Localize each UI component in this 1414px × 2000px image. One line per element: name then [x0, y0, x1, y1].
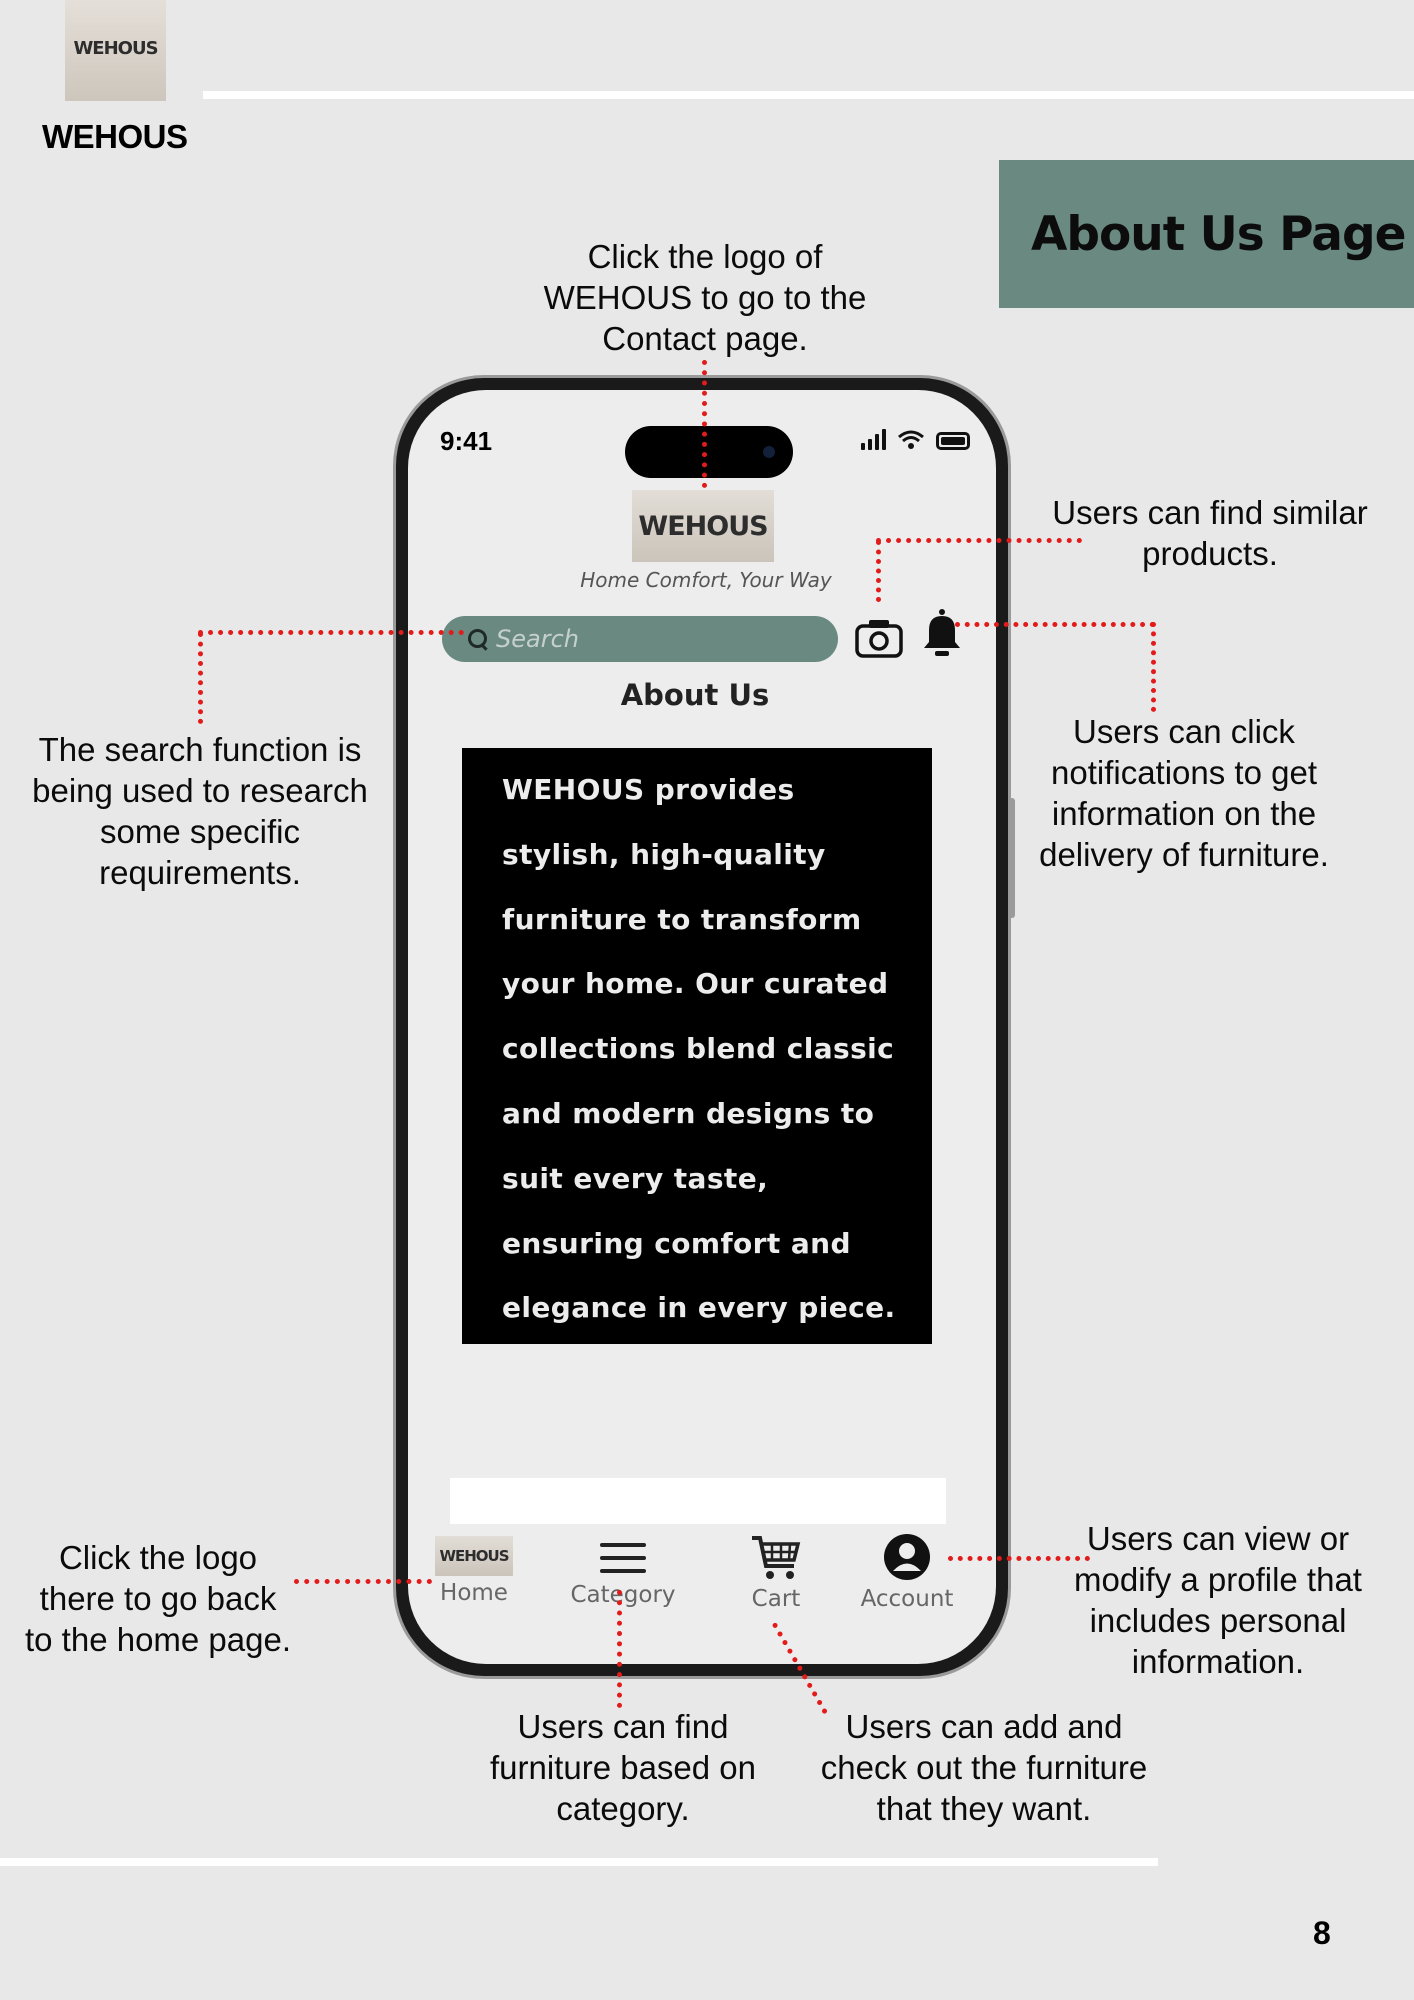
app-tagline: Home Comfort, Your Way	[580, 568, 832, 592]
nav-category[interactable]: Category	[558, 1530, 688, 1608]
page-title: About Us Page	[1031, 206, 1407, 262]
nav-home[interactable]: WEHOUS Home	[428, 1530, 520, 1606]
brand-name: WEHOUS	[42, 118, 188, 155]
connector-logo	[702, 360, 707, 488]
annotation-logo-contact: Click the logo of WEHOUS to go to the Co…	[543, 238, 867, 357]
about-us-text-box: WEHOUS provides stylish, high-quality fu…	[462, 748, 932, 1344]
annotation-profile: Users can view or modify a profile that …	[1074, 1520, 1362, 1680]
home-logo-mark: WEHOUS	[439, 1547, 509, 1565]
annotation-category: Users can find furniture based on catego…	[489, 1708, 756, 1827]
connector-home	[294, 1579, 432, 1584]
phone-screen: 9:41 WEHOUS Home Comfort, Your Way About…	[408, 390, 996, 1664]
connector-similar-v	[876, 540, 881, 602]
app-logo[interactable]: WEHOUS	[632, 490, 774, 562]
bottom-divider	[0, 1858, 1158, 1866]
connector-search-h	[198, 630, 464, 635]
about-us-heading: About Us	[620, 678, 770, 712]
brand-logo-mark: WEHOUS	[73, 38, 158, 59]
connector-notif-v	[1151, 622, 1156, 712]
connector-search-v	[198, 632, 203, 724]
camera-icon[interactable]	[854, 616, 904, 660]
cart-icon	[752, 1536, 801, 1579]
nav-home-label: Home	[440, 1580, 508, 1606]
annotation-cart: Users can add and check out the furnitur…	[820, 1708, 1148, 1827]
status-time: 9:41	[440, 426, 493, 456]
connector-notif-h	[955, 622, 1155, 627]
nav-category-label: Category	[570, 1582, 676, 1608]
hamburger-icon	[600, 1538, 646, 1578]
brand-logo: WEHOUS	[65, 0, 166, 101]
phone-mockup: 9:41 WEHOUS Home Comfort, Your Way About…	[396, 378, 1015, 1676]
page-number: 8	[1313, 1915, 1331, 1951]
app-logo-mark: WEHOUS	[638, 510, 768, 542]
dynamic-island	[625, 426, 793, 478]
annotation-similar-products: Users can find similar products.	[1052, 494, 1368, 572]
nav-account-label: Account	[860, 1586, 954, 1612]
home-logo-icon: WEHOUS	[435, 1536, 513, 1576]
page-title-badge: About Us Page	[999, 160, 1414, 308]
nav-account[interactable]: Account	[842, 1530, 972, 1612]
signal-icon	[861, 428, 886, 450]
annotation-notifications: Users can click notifications to get inf…	[1039, 713, 1329, 873]
connector-profile	[948, 1556, 1090, 1561]
status-icons	[861, 428, 970, 450]
bottom-nav: WEHOUS Home Category Cart Account	[408, 1530, 996, 1630]
search-bar[interactable]	[442, 616, 838, 662]
about-us-text: WEHOUS provides stylish, high-quality fu…	[502, 773, 896, 1325]
connector-similar-h	[876, 538, 1082, 543]
connector-category	[617, 1590, 622, 1708]
search-icon	[466, 627, 490, 651]
wifi-icon	[898, 430, 924, 449]
nav-cart-label: Cart	[751, 1586, 801, 1612]
search-input[interactable]	[496, 625, 816, 653]
bell-icon[interactable]	[920, 608, 964, 658]
annotation-home-logo: Click the logo there to go back to the h…	[24, 1539, 292, 1658]
battery-icon	[936, 432, 970, 450]
nav-cart[interactable]: Cart	[736, 1530, 816, 1612]
account-icon	[884, 1534, 930, 1580]
annotation-search: The search function is being used to res…	[32, 731, 368, 891]
top-divider	[203, 91, 1414, 99]
content-strip	[450, 1478, 946, 1524]
